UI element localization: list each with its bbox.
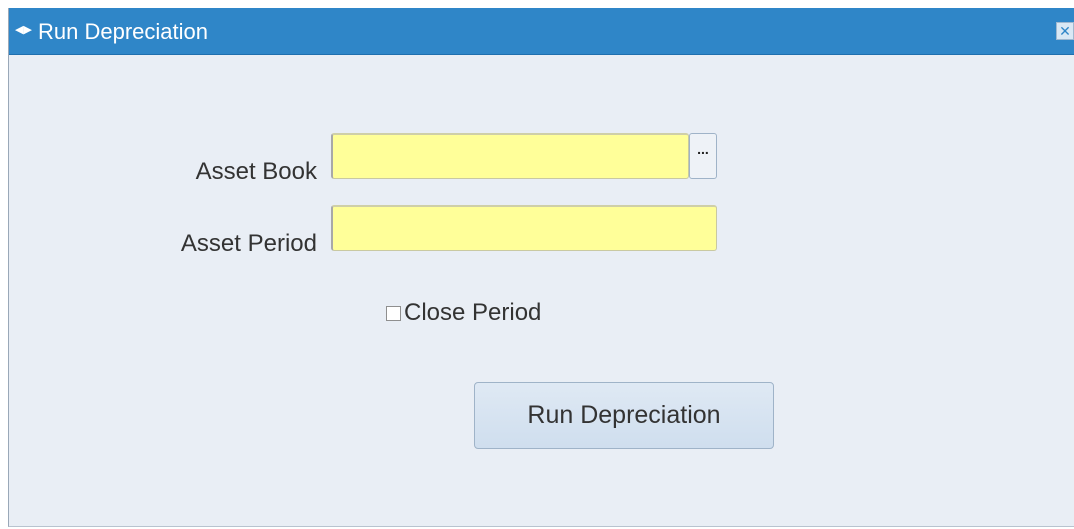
run-depreciation-button[interactable]: Run Depreciation: [474, 382, 774, 449]
close-period-checkbox[interactable]: [386, 305, 401, 321]
asset-book-label: Asset Book: [195, 158, 317, 185]
asset-period-input[interactable]: [331, 205, 717, 251]
asset-period-label: Asset Period: [180, 230, 317, 257]
dialog-window: ◀▶ Run Depreciation ✕ Asset Book ... Ass…: [8, 8, 1074, 527]
asset-book-input[interactable]: [331, 133, 689, 179]
asset-book-lov-button[interactable]: ...: [689, 133, 717, 179]
close-icon[interactable]: ✕: [1056, 22, 1074, 40]
dialog-title: Run Depreciation: [38, 19, 208, 44]
close-period-checkbox-group[interactable]: Close Period: [386, 299, 541, 327]
dialog-titlebar[interactable]: ◀▶ Run Depreciation ✕: [9, 8, 1074, 55]
collapse-arrows-icon[interactable]: ◀▶: [15, 23, 32, 37]
close-period-label[interactable]: Close Period: [404, 299, 541, 327]
